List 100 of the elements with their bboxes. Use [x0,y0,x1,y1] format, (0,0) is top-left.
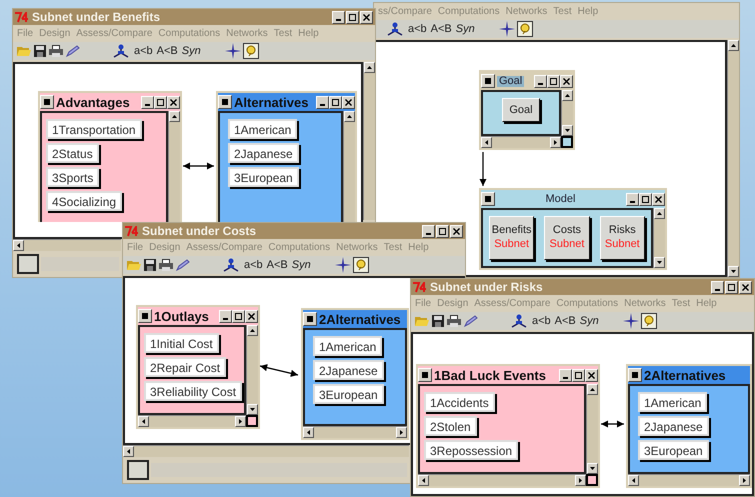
resize-corner[interactable] [586,474,598,486]
minimize-button[interactable] [559,368,572,382]
horizontal-scrollbar[interactable] [303,426,407,438]
toolbar-text-button[interactable]: a<b [244,260,263,270]
close-button[interactable] [585,368,598,382]
close-button[interactable] [652,192,665,206]
help-icon[interactable] [640,313,657,329]
scroll-down-button[interactable] [247,404,258,415]
toolbar-text-button[interactable]: Syn [292,260,311,270]
printer-icon[interactable] [49,45,63,57]
save-icon[interactable] [34,45,46,57]
maximize-button[interactable] [346,10,359,24]
scroll-up-button[interactable] [344,111,355,122]
system-menu-button[interactable] [40,95,54,109]
node-button[interactable]: 1American [228,119,298,139]
scroll-down-button[interactable] [654,257,665,268]
node-button[interactable]: 3Reliability Cost [144,381,242,401]
horizontal-scrollbar[interactable] [138,415,246,427]
pencil-icon[interactable] [464,315,478,327]
node-button[interactable]: 2Japanese [313,360,384,380]
vertical-scrollbar[interactable] [727,40,739,277]
save-icon[interactable] [432,315,444,327]
minimize-button[interactable] [332,10,345,24]
scroll-left-button[interactable] [138,416,149,427]
minimize-button[interactable] [141,96,154,108]
help-icon[interactable] [352,257,369,273]
scroll-right-button[interactable] [550,137,561,148]
star-cross-icon[interactable] [498,21,515,37]
node-button[interactable]: Goal [502,98,540,122]
maximize-button[interactable] [572,368,585,382]
close-button[interactable] [342,96,355,108]
node-button[interactable]: 2Repair Cost [144,357,226,377]
vertical-scrollbar[interactable] [363,62,375,220]
maximize-button[interactable] [547,74,560,88]
node-button[interactable]: 1Transportation [46,119,142,139]
network-icon[interactable] [222,258,240,272]
scroll-up-button[interactable] [247,325,258,336]
vertical-scrollbar[interactable] [653,208,665,268]
minimize-button[interactable] [711,280,724,294]
scroll-down-button[interactable] [728,266,739,277]
toolbar-text-button[interactable]: A<B [554,316,576,326]
system-menu-button[interactable] [628,368,642,382]
horizontal-scrollbar[interactable] [481,136,561,148]
maximize-button[interactable] [436,224,449,238]
maximize-button[interactable] [232,310,245,322]
close-button[interactable] [360,10,373,24]
node-button[interactable]: 1Initial Cost [144,333,219,353]
scroll-up-button[interactable] [169,111,180,122]
toolbar-text-button[interactable]: Syn [580,316,599,326]
toolbar-text-button[interactable]: A<B [156,46,178,56]
horizontal-scrollbar[interactable] [628,474,750,486]
scroll-down-button[interactable] [587,463,598,474]
node-button[interactable]: 4Socializing [46,191,122,211]
node-button[interactable]: 2Status [46,143,99,163]
scroll-left-button[interactable] [123,446,134,457]
vertical-scrollbar[interactable] [586,384,598,474]
node-button[interactable]: 3European [313,384,384,404]
node-button[interactable]: 2Stolen [424,416,477,436]
network-icon[interactable] [510,314,528,328]
system-menu-button[interactable] [481,74,495,88]
node-button[interactable]: 1American [313,336,382,356]
scroll-right-button[interactable] [396,427,407,438]
maximize-button[interactable] [154,96,167,108]
network-icon[interactable] [112,44,130,58]
node-button[interactable]: 3Sports [46,167,100,187]
toolbar-text-button[interactable]: a<b [408,24,427,34]
toolbar-text-button[interactable]: Syn [456,24,475,34]
pencil-icon[interactable] [66,45,80,57]
close-button[interactable] [167,96,180,108]
star-cross-icon[interactable] [224,43,241,59]
scroll-up-button[interactable] [364,62,375,73]
node-button[interactable]: 1Accidents [424,392,495,412]
horizontal-scrollbar[interactable] [418,474,586,486]
scroll-up-button[interactable] [728,40,739,51]
network-icon[interactable] [386,22,404,36]
node-button[interactable]: 3Repossession [424,440,518,460]
scroll-left-button[interactable] [481,137,492,148]
vertical-scrollbar[interactable] [343,111,355,222]
close-button[interactable] [560,74,573,88]
scroll-left-button[interactable] [303,427,314,438]
help-icon[interactable] [242,43,259,59]
node-button[interactable]: 2Japanese [228,143,299,163]
vertical-scrollbar[interactable] [168,111,180,222]
scroll-right-button[interactable] [235,416,246,427]
minimize-button[interactable] [219,310,232,322]
scroll-left-button[interactable] [628,475,639,486]
node-button[interactable]: 2Japanese [638,416,709,436]
help-icon[interactable] [516,21,533,37]
printer-icon[interactable] [159,259,173,271]
minimize-button[interactable] [422,224,435,238]
resize-corner[interactable] [561,136,573,148]
close-button[interactable] [450,224,463,238]
save-icon[interactable] [144,259,156,271]
scroll-down-button[interactable] [562,125,573,136]
node-button[interactable]: Benefits Subnet [489,216,534,260]
toolbar-text-button[interactable]: Syn [182,46,201,56]
system-menu-button[interactable] [303,312,317,326]
toolbar-text-button[interactable]: A<B [266,260,288,270]
close-button[interactable] [245,310,258,322]
pencil-icon[interactable] [176,259,190,271]
